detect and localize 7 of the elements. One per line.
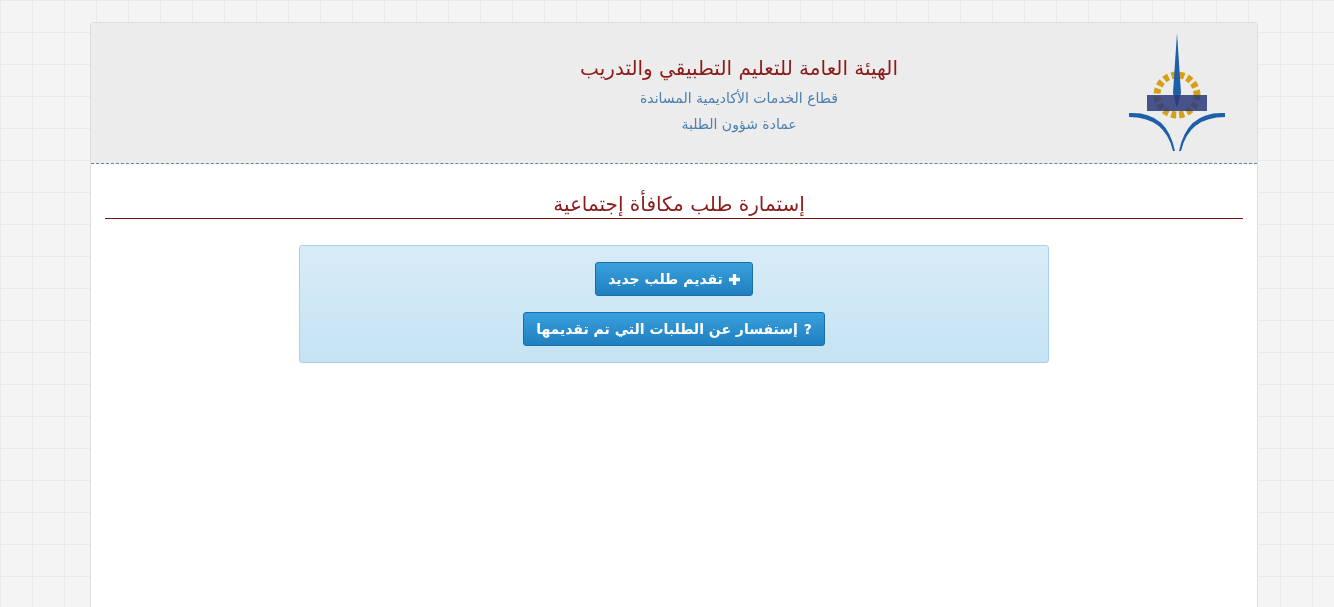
sector-subtitle: قطاع الخدمات الأكاديمية المساندة [640,90,838,106]
plus-icon [728,273,740,285]
inquiry-button[interactable]: ? إستفسار عن الطلبات التي تم تقديمها [523,312,825,346]
form-title: إستمارة طلب مكافأة إجتماعية [552,192,805,216]
department-subtitle: عمادة شؤون الطلبة [681,116,797,132]
organization-title: الهيئة العامة للتعليم التطبيقي والتدريب [580,56,898,80]
new-request-button[interactable]: تقديم طلب جديد [595,262,753,296]
